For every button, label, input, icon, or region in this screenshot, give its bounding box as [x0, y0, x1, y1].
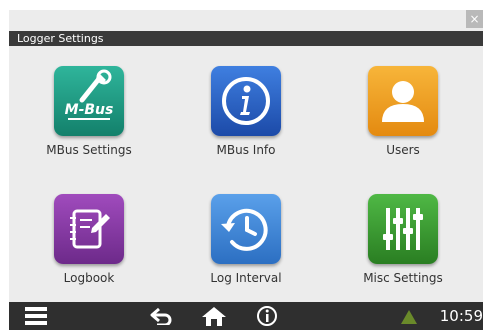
mbus-settings-tile[interactable]: M-Bus MBus Settings	[9, 46, 169, 170]
clock-time: 10:59	[439, 307, 483, 325]
info-circle-icon	[257, 306, 277, 326]
info-button[interactable]	[252, 302, 282, 330]
clock-history-icon	[211, 194, 281, 264]
notebook-pen-icon	[54, 194, 124, 264]
window-title: Logger Settings	[9, 31, 483, 46]
mbus-wrench-icon: M-Bus	[54, 66, 124, 136]
bottom-bar: 10:59	[9, 302, 483, 330]
log-interval-label: Log Interval	[210, 271, 282, 285]
home-icon	[202, 307, 226, 326]
mbus-info-tile[interactable]: MBus Info	[166, 46, 326, 170]
misc-settings-tile[interactable]: Misc Settings	[323, 174, 483, 298]
logbook-tile[interactable]: Logbook	[9, 174, 169, 298]
back-button[interactable]	[147, 302, 177, 330]
logger-settings-window: × Logger Settings M-Bus MBus Settings MB…	[9, 10, 483, 330]
log-interval-tile[interactable]: Log Interval	[166, 174, 326, 298]
warning-icon	[401, 310, 417, 324]
close-button[interactable]: ×	[466, 10, 483, 28]
user-icon	[368, 66, 438, 136]
mbus-settings-label: MBus Settings	[46, 143, 132, 157]
close-icon: ×	[469, 12, 480, 26]
users-tile[interactable]: Users	[323, 46, 483, 170]
menu-icon	[25, 307, 47, 325]
users-label: Users	[386, 143, 420, 157]
sliders-icon	[368, 194, 438, 264]
mbus-icon-text: M-Bus	[65, 102, 114, 118]
back-arrow-icon	[150, 307, 172, 325]
home-button[interactable]	[197, 302, 231, 330]
settings-grid: M-Bus MBus Settings MBus Info Users Logb…	[9, 46, 483, 302]
logbook-label: Logbook	[63, 271, 115, 285]
info-icon	[211, 66, 281, 136]
warning-indicator[interactable]	[399, 302, 419, 330]
menu-button[interactable]	[19, 302, 49, 330]
misc-settings-label: Misc Settings	[363, 271, 443, 285]
mbus-info-label: MBus Info	[216, 143, 276, 157]
